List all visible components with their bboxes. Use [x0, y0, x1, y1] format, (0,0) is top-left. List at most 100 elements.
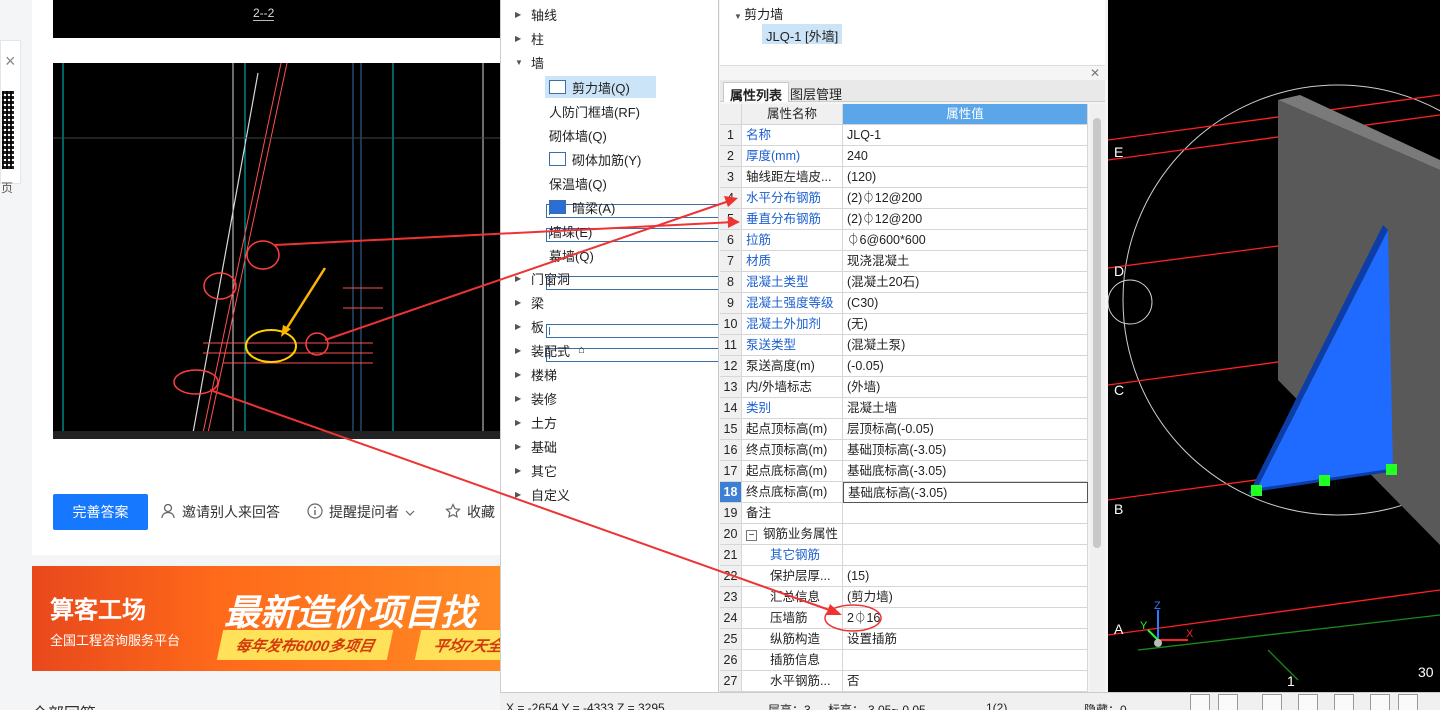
property-row[interactable]: 3 轴线距左墙皮... (120) [720, 167, 1088, 188]
property-row[interactable]: 27 水平钢筋... 否 [720, 671, 1088, 692]
tree-item-axis[interactable]: ▶ 轴线 [515, 4, 557, 24]
property-value[interactable]: 现浇混凝土 [843, 251, 1088, 272]
collapse-icon[interactable]: − [746, 530, 757, 541]
property-row[interactable]: 23 汇总信息 (剪力墙) [720, 587, 1088, 608]
invite-answer-link[interactable]: 邀请别人来回答 [160, 502, 280, 522]
tree-item-beam[interactable]: ▶ 梁 [515, 292, 544, 312]
tree-item-slab[interactable]: ▶ 板 [515, 316, 544, 336]
tree-item-wall[interactable]: ▼ 墙 [515, 52, 544, 72]
property-value[interactable]: (15) [843, 566, 1088, 587]
property-value[interactable]: 混凝土墙 [843, 398, 1088, 419]
ad-banner[interactable]: 算客工场 全国工程咨询服务平台 最新造价项目找 每年发布6000多项目 平均7天… [32, 566, 502, 671]
tree-item-custom[interactable]: ▶ 自定义 [515, 484, 570, 504]
property-value[interactable] [843, 545, 1088, 566]
property-value[interactable]: 240 [843, 146, 1088, 167]
property-value[interactable] [843, 650, 1088, 671]
property-row[interactable]: 15 起点顶标高(m) 层顶标高(-0.05) [720, 419, 1088, 440]
property-row[interactable]: 12 泵送高度(m) (-0.05) [720, 356, 1088, 377]
property-value[interactable] [843, 524, 1088, 545]
property-row[interactable]: 6 拉筋 ⏀6@600*600 [720, 230, 1088, 251]
property-value[interactable]: (无) [843, 314, 1088, 335]
tree-item-other[interactable]: ▶ 其它 [515, 460, 557, 480]
complete-answer-button[interactable]: 完善答案 [53, 494, 148, 530]
property-row[interactable]: 22 保护层厚... (15) [720, 566, 1088, 587]
close-icon[interactable]: ✕ [1090, 66, 1100, 80]
property-row[interactable]: 4 水平分布钢筋 (2)⏀12@200 [720, 188, 1088, 209]
property-row[interactable]: 13 内/外墙标志 (外墙) [720, 377, 1088, 398]
property-value[interactable] [843, 503, 1088, 524]
property-value[interactable]: 设置插筋 [843, 629, 1088, 650]
property-row[interactable]: 25 纵筋构造 设置插筋 [720, 629, 1088, 650]
tree-item-foundation[interactable]: ▶ 基础 [515, 436, 557, 456]
angle-dropdown-button[interactable] [1298, 694, 1318, 710]
tree-item-door-window[interactable]: ▶ 门窗洞 [515, 268, 570, 288]
grid-scrollbar-thumb[interactable] [1093, 118, 1101, 548]
property-row[interactable]: 16 终点顶标高(m) 基础顶标高(-3.05) [720, 440, 1088, 461]
component-group[interactable]: ▼ 剪力墙 [734, 4, 783, 23]
property-row[interactable]: 26 插筋信息 [720, 650, 1088, 671]
tree-item-decoration[interactable]: ▶ 装修 [515, 388, 557, 408]
tree-item-pilaster[interactable]: 墙垛(E) [545, 220, 914, 338]
tree-item-hidden-beam[interactable]: 暗梁(A) [545, 196, 619, 218]
property-value[interactable]: (外墙) [843, 377, 1088, 398]
property-value[interactable]: 否 [843, 671, 1088, 692]
track-toggle-button[interactable] [1262, 694, 1282, 710]
3d-viewport[interactable]: E D C B A 1 30 Z X Y [1108, 0, 1440, 692]
property-row[interactable]: 17 起点底标高(m) 基础底标高(-3.05) [720, 461, 1088, 482]
view-number: 30 [1418, 664, 1434, 680]
property-row[interactable]: 8 混凝土类型 (混凝土20石) [720, 272, 1088, 293]
tree-item-curtain-wall[interactable]: 幕墙(Q) [545, 244, 914, 362]
close-icon[interactable]: × [5, 51, 16, 72]
tab-property-list[interactable]: 属性列表 [723, 82, 790, 103]
property-name: 终点顶标高(m) [742, 440, 843, 461]
property-row[interactable]: 24 压墙筋 2⏀16 [720, 608, 1088, 629]
property-value[interactable]: (混凝土泵) [843, 335, 1088, 356]
tree-item-civil-defense-wall[interactable]: 人防门框墙(RF) [545, 100, 914, 218]
property-value[interactable]: JLQ-1 [843, 125, 1088, 146]
collect-button[interactable]: 收藏 [445, 502, 495, 522]
property-value[interactable]: (-0.05) [843, 356, 1088, 377]
display-toggle-button[interactable] [1370, 694, 1390, 710]
cad-image-top[interactable]: 2--2 [53, 0, 500, 38]
property-value[interactable]: 基础顶标高(-3.05) [843, 440, 1088, 461]
property-row[interactable]: 2 厚度(mm) 240 [720, 146, 1088, 167]
property-value[interactable]: 基础底标高(-3.05) [843, 482, 1088, 503]
property-row[interactable]: 5 垂直分布钢筋 (2)⏀12@200 [720, 209, 1088, 230]
property-value[interactable]: (120) [843, 167, 1088, 188]
tree-item-column[interactable]: ▶ 柱 [515, 28, 544, 48]
tree-item-prefab[interactable]: ▶ 装配式 ⌂ [515, 340, 585, 360]
property-row[interactable]: 11 泵送类型 (混凝土泵) [720, 335, 1088, 356]
property-row[interactable]: 14 类别 混凝土墙 [720, 398, 1088, 419]
tree-item-masonry-rebar[interactable]: 砌体加筋(Y) [545, 148, 645, 170]
selected-component[interactable]: JLQ-1 [外墙] [762, 24, 843, 44]
tree-item-masonry-wall[interactable]: 砌体墙(Q) [545, 124, 914, 242]
property-row[interactable]: 7 材质 现浇混凝土 [720, 251, 1088, 272]
property-value[interactable]: (剪力墙) [843, 587, 1088, 608]
shape-toggle-button[interactable] [1398, 694, 1418, 710]
snap-dropdown-button[interactable] [1218, 694, 1238, 710]
remind-asker-dropdown[interactable]: 提醒提问者 [307, 502, 415, 522]
property-row[interactable]: 20− 钢筋业务属性 [720, 524, 1088, 545]
property-value[interactable]: 基础底标高(-3.05) [843, 461, 1088, 482]
property-value[interactable]: 2⏀16 [843, 608, 1088, 629]
property-row[interactable]: 9 混凝土强度等级 (C30) [720, 293, 1088, 314]
property-value[interactable]: 层顶标高(-0.05) [843, 419, 1088, 440]
tree-item-shear-wall[interactable]: 剪力墙(Q) [545, 76, 656, 98]
crosshair-dropdown-button[interactable] [1334, 694, 1354, 710]
property-row[interactable]: 1 名称 JLQ-1 [720, 125, 1088, 146]
cad-image-main[interactable] [53, 62, 500, 439]
property-row[interactable]: 19 备注 [720, 503, 1088, 524]
property-value[interactable]: (2)⏀12@200 [843, 209, 1088, 230]
property-value[interactable]: (C30) [843, 293, 1088, 314]
property-value[interactable]: (混凝土20石) [843, 272, 1088, 293]
tree-item-earthwork[interactable]: ▶ 土方 [515, 412, 557, 432]
tree-item-insulation-wall[interactable]: 保温墙(Q) [545, 172, 914, 290]
ortho-toggle-button[interactable] [1190, 694, 1210, 710]
property-row[interactable]: 18 终点底标高(m) 基础底标高(-3.05) [720, 482, 1088, 503]
property-value[interactable]: ⏀6@600*600 [843, 230, 1088, 251]
property-row[interactable]: 21 其它钢筋 [720, 545, 1088, 566]
tree-item-stairs[interactable]: ▶ 楼梯 [515, 364, 557, 384]
property-value[interactable]: (2)⏀12@200 [843, 188, 1088, 209]
property-row[interactable]: 10 混凝土外加剂 (无) [720, 314, 1088, 335]
tab-layer-management[interactable]: 图层管理 [784, 82, 848, 102]
